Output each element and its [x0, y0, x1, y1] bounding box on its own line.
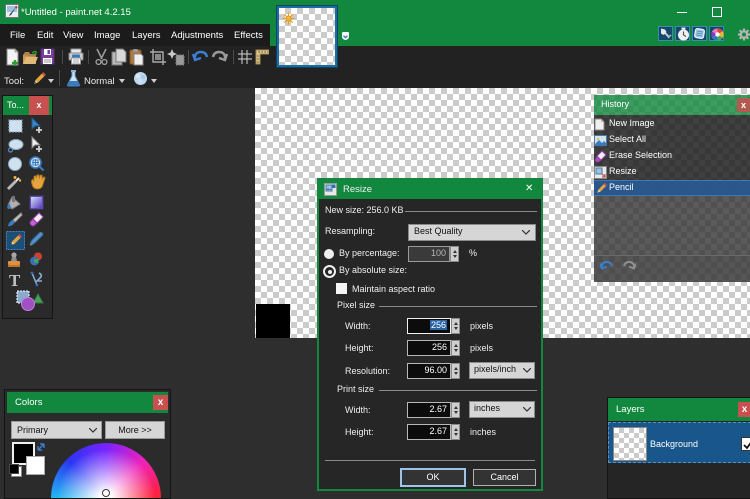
svg-text:T: T	[9, 271, 21, 290]
